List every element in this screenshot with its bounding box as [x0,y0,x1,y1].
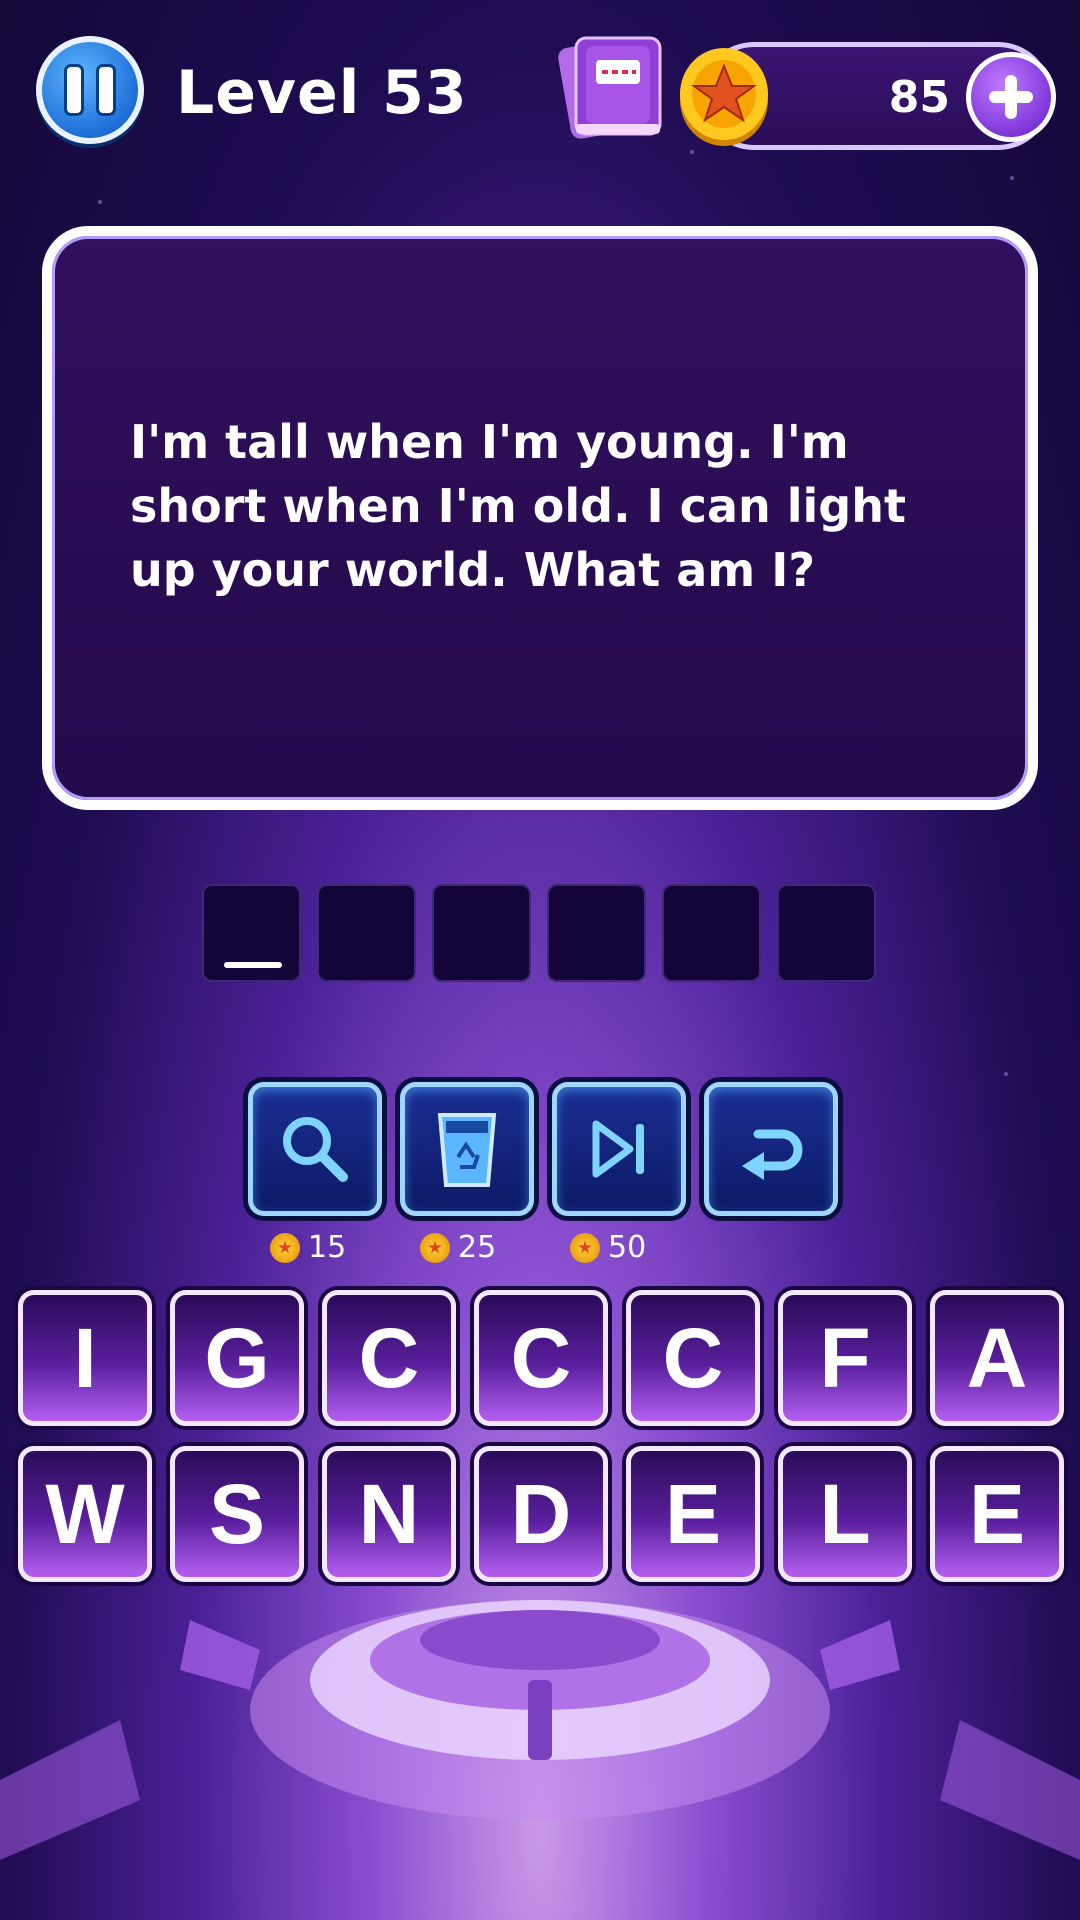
coin-icon [680,48,768,146]
pause-icon [64,64,84,116]
undo-icon [742,1129,803,1180]
letter-tile[interactable]: F [778,1290,912,1426]
answer-slot[interactable] [777,884,876,982]
letter-tile[interactable]: G [170,1290,304,1426]
magnifier-icon [283,1117,348,1182]
undo-button[interactable] [704,1082,838,1216]
coin-count: 85 [888,72,950,123]
cost-label: 25 [420,1230,496,1265]
powerup-row [248,1082,838,1216]
answer-slot[interactable] [202,884,301,982]
plus-icon [989,75,1033,119]
coin-icon [570,1232,600,1263]
letter-tile[interactable]: C [474,1290,608,1426]
letter-tile[interactable]: C [626,1290,760,1426]
cost-value: 50 [608,1230,647,1265]
riddle-text: I'm tall when I'm young. I'm short when … [130,415,906,597]
hint-book-icon[interactable] [556,28,668,140]
answer-slots [202,884,876,982]
answer-slot[interactable] [432,884,531,982]
cost-label: 15 [270,1230,346,1265]
cost-value: 25 [458,1230,497,1265]
letter-tile[interactable]: A [930,1290,1064,1426]
letter-tile[interactable]: I [18,1290,152,1426]
letter-tile[interactable]: C [322,1290,456,1426]
answer-slot[interactable] [662,884,761,982]
answer-slot[interactable] [317,884,416,982]
skip-level-button[interactable] [552,1082,686,1216]
pause-button[interactable] [36,36,144,144]
skip-icon [592,1120,644,1178]
level-title: Level 53 [176,58,468,128]
reveal-letter-button[interactable] [248,1082,382,1216]
remove-letters-button[interactable] [400,1082,534,1216]
letter-row-1: I G C C C F A [18,1290,1068,1426]
coin-icon [270,1232,300,1263]
cost-label: 50 [570,1230,646,1265]
trash-icon [437,1113,497,1187]
pause-icon-bar [96,64,116,116]
add-coins-button[interactable] [966,52,1056,142]
coin-icon [420,1232,450,1263]
cost-value: 15 [308,1230,347,1265]
answer-slot[interactable] [547,884,646,982]
pedestal-decoration [0,1600,1080,1860]
text-cursor [224,962,282,968]
